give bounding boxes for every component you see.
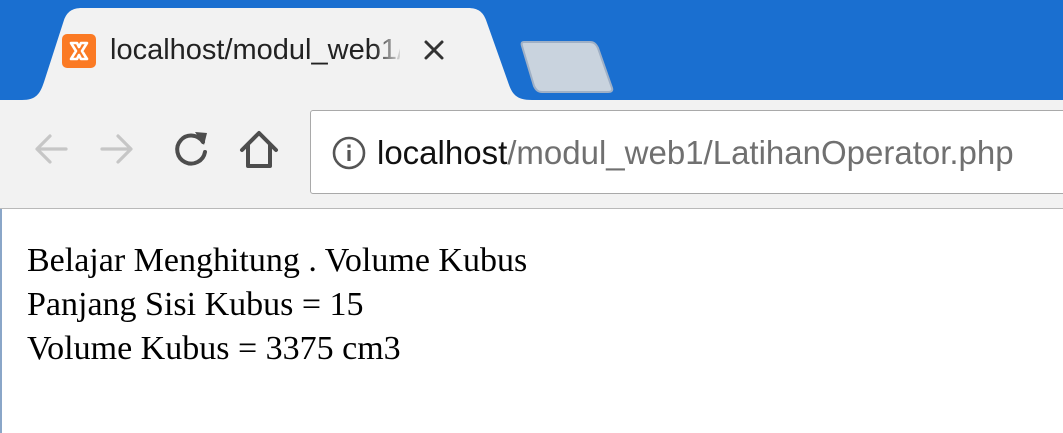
tab-strip: localhost/modul_web1/La xyxy=(0,0,1063,100)
info-icon[interactable] xyxy=(331,135,367,171)
reload-icon[interactable] xyxy=(166,124,216,174)
arrow-left-icon[interactable] xyxy=(26,124,76,174)
toolbar: localhost/modul_web1/LatihanOperator.php xyxy=(0,100,1063,209)
url-text[interactable]: localhost/modul_web1/LatihanOperator.php xyxy=(377,129,1014,177)
close-icon[interactable] xyxy=(414,28,454,72)
home-icon[interactable] xyxy=(234,124,284,174)
arrow-right-icon[interactable] xyxy=(92,124,142,174)
side-length-text: Panjang Sisi Kubus = 15 xyxy=(27,286,364,323)
tab-title-fade xyxy=(374,27,404,73)
url-path: /modul_web1/LatihanOperator.php xyxy=(507,134,1014,171)
browser-window: localhost/modul_web1/La xyxy=(0,0,1063,433)
tab-active[interactable]: localhost/modul_web1/La xyxy=(22,8,532,100)
page-heading: Belajar Menghitung . Volume Kubus xyxy=(27,242,528,279)
volume-result-text: Volume Kubus = 3375 cm3 xyxy=(27,330,401,367)
url-host: localhost xyxy=(377,134,508,171)
xampp-icon xyxy=(62,34,96,68)
page-text: Belajar Menghitung . Volume Kubus Panjan… xyxy=(27,239,527,371)
content-left-border xyxy=(0,209,2,433)
address-bar[interactable]: localhost/modul_web1/LatihanOperator.php xyxy=(310,110,1063,194)
page-content: Belajar Menghitung . Volume Kubus Panjan… xyxy=(0,209,1063,433)
new-tab-button[interactable] xyxy=(520,36,620,96)
tab-title: localhost/modul_web1/La xyxy=(110,34,400,66)
